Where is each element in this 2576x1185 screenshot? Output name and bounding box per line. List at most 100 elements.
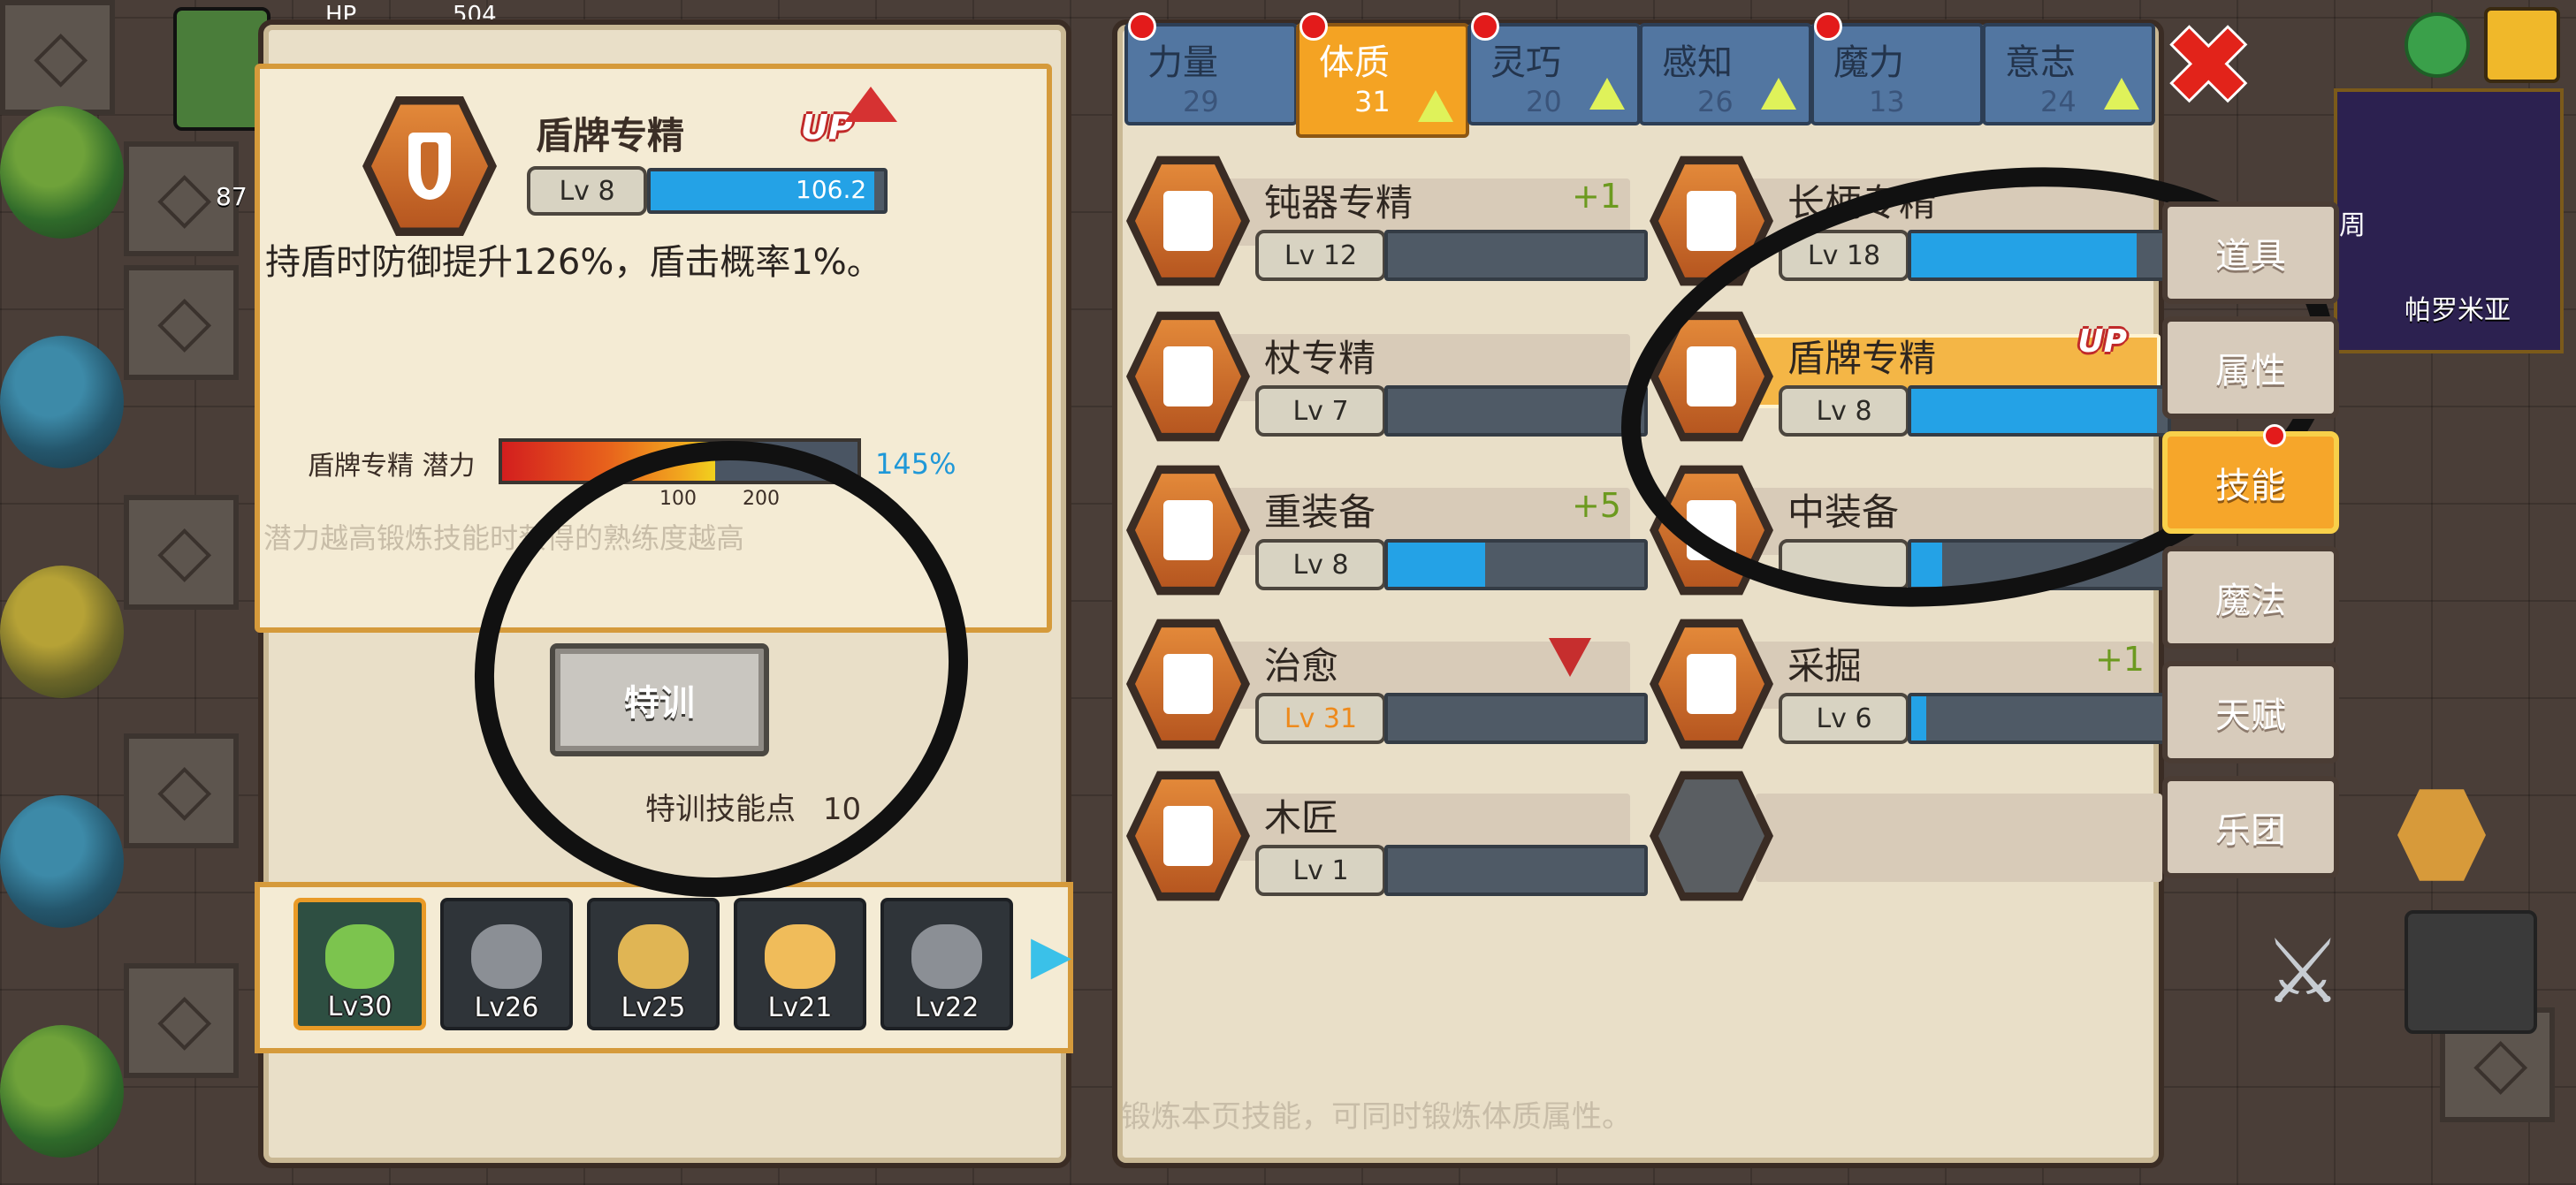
character-level: Lv30 [327,991,392,1022]
attribute-tab-value: 26 [1697,85,1734,118]
attribute-tab[interactable]: 感知 26 [1639,23,1812,125]
character-portrait-icon [618,923,689,990]
attribute-tab[interactable]: 力量 29 [1124,12,1298,125]
character-slot[interactable]: Lv30 [293,898,426,1030]
status-label-small: 周 [2339,210,2366,241]
side-menu-0[interactable]: 道具 [2162,201,2339,304]
attribute-tab[interactable]: 体质 31 [1296,12,1469,138]
skill-level: Lv 31 [1255,693,1386,744]
fullscreen-icon[interactable] [2484,7,2560,83]
tree [0,566,124,698]
character-level: Lv22 [914,992,979,1023]
character-portrait-icon [765,923,835,990]
attribute-tab[interactable]: 意志 24 [1982,23,2155,125]
skill-progress-bar [1384,845,1648,896]
location-label: 帕罗米亚 [2405,295,2511,326]
skill-row[interactable]: 重装备 +5 Lv 8 [1126,461,1648,596]
skill-description: 持盾时防御提升126%，盾击概率1%。 [265,242,882,283]
down-triangle-icon [1549,638,1591,677]
character-slot[interactable]: Lv25 [587,898,720,1030]
floor-tile [124,963,239,1078]
attribute-tab-name: 魔力 [1833,42,1904,83]
skill-progress-text: 106.2 [796,175,867,204]
side-menu-2[interactable]: 技能 [2162,431,2339,534]
skill-bonus: +1 [1571,177,1621,216]
skill-progress-bar [1908,693,2171,744]
up-triangle-icon [1761,78,1796,110]
attribute-tab-value: 20 [1526,85,1562,118]
character-slot[interactable]: Lv22 [880,898,1013,1030]
horse-icon[interactable] [2397,789,2486,881]
close-icon[interactable]: ✖ [2164,5,2253,129]
skill-name: 重装备 [1264,490,1376,534]
bow-icon[interactable] [2405,910,2537,1034]
attribute-tab-name: 力量 [1147,42,1218,83]
character-slot[interactable]: Lv21 [734,898,866,1030]
notification-dot [1128,12,1156,41]
sword-icon[interactable]: ⚔ [2263,919,2369,1025]
skill-progress-bar [1384,230,1648,281]
up-triangle-icon [2104,78,2139,110]
side-menu-3[interactable]: 魔法 [2162,546,2339,649]
attribute-tab-name: 意志 [2005,42,2076,83]
shield-skill-icon [362,96,497,236]
skill-name: 治愈 [1264,644,1339,687]
attribute-tab-value: 31 [1354,85,1391,118]
side-menu-5[interactable]: 乐团 [2162,776,2339,878]
skill-name: 木匠 [1264,796,1339,839]
notification-dot [1299,12,1328,41]
notification-dot [2263,424,2286,447]
attribute-tab-name: 感知 [1662,42,1733,83]
next-character-arrow-icon[interactable]: ▶ [1031,924,1071,986]
side-menu-1[interactable]: 属性 [2162,316,2339,419]
tree [0,795,124,928]
skill-name: 采掘 [1787,644,1863,687]
floor-tile [124,265,239,380]
attribute-tab-name: 灵巧 [1490,42,1561,83]
skill-bonus: +5 [1571,486,1621,525]
character-level: Lv21 [767,992,833,1023]
tree [0,1025,124,1158]
skill-name: 杖专精 [1264,337,1376,380]
up-triangle-icon [1418,90,1453,122]
skill-progress-bar [1384,539,1648,590]
attribute-tab-name: 体质 [1319,42,1390,83]
tree [0,106,124,239]
notification-dot [1814,12,1842,41]
attribute-tab-value: 29 [1183,85,1219,118]
floor-tile [0,0,115,115]
character-level: Lv26 [474,992,539,1023]
attribute-tab[interactable]: 魔力 13 [1810,12,1984,125]
skill-progress-bar [1384,693,1648,744]
side-menu-4[interactable]: 天赋 [2162,661,2339,763]
up-badge: UP [801,87,897,147]
skill-level: Lv 1 [1255,845,1386,896]
potential-label: 盾牌专精 潜力 [308,451,476,482]
attribute-tab-value: 13 [1869,85,1905,118]
tree [0,336,124,468]
skill-level: Lv 7 [1255,385,1386,437]
skill-level: Lv 12 [1255,230,1386,281]
floor-tile [124,495,239,610]
character-portrait-icon [911,923,982,990]
skill-row[interactable]: 采掘 +1 Lv 6 [1650,615,2171,749]
skill-bonus: +1 [2094,640,2145,679]
skill-level: Lv 8 [1255,539,1386,590]
skill-row[interactable]: 治愈 Lv 31 [1126,615,1648,749]
character-portrait-icon [324,924,395,989]
character-portrait-icon [471,923,542,990]
character-slot[interactable]: Lv26 [440,898,573,1030]
skill-title: 盾牌专精 [536,114,685,157]
hud-gold-count: 87 [216,182,248,211]
notification-dot [1471,12,1499,41]
skill-level: Lv 8 [527,166,647,216]
attribute-tab-value: 24 [2040,85,2077,118]
skill-row[interactable]: 钝器专精 +1 Lv 12 [1126,152,1648,286]
skill-row[interactable]: 木匠 Lv 1 [1126,767,1648,901]
attribute-tab[interactable]: 灵巧 20 [1467,12,1641,125]
empty-skill-slot[interactable] [1650,767,2162,901]
up-triangle-icon [1589,78,1625,110]
skill-row[interactable]: 杖专精 Lv 7 [1126,308,1648,442]
minimap-globe-icon[interactable] [2405,12,2470,78]
skills-tip: 锻炼本页技能，可同时锻炼体质属性。 [1121,1099,1632,1135]
